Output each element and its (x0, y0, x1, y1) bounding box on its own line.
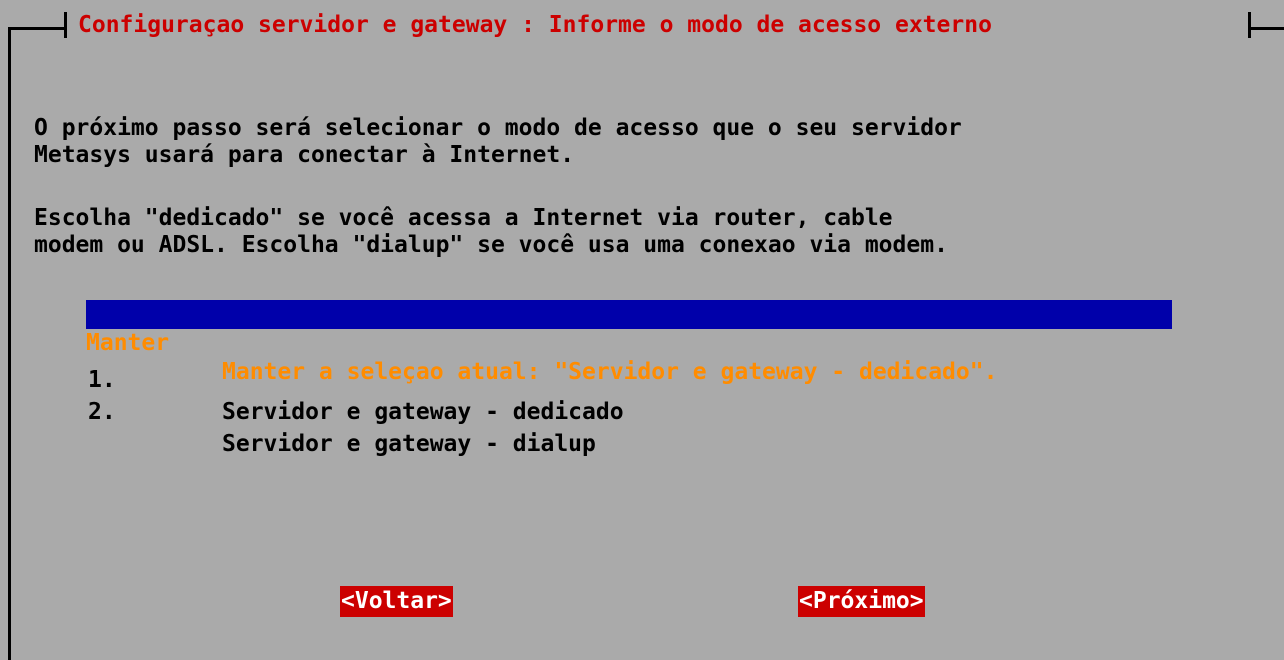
frame-border-top-left (8, 27, 64, 30)
frame-border-top-right (1250, 27, 1284, 30)
menu-item-dialup[interactable]: 2. Servidor e gateway - dialup (86, 364, 1172, 457)
dialog-window: Configuraçao servidor e gateway : Inform… (0, 0, 1284, 660)
menu-item-description: Servidor e gateway - dialup (222, 431, 596, 457)
menu-item-manter[interactable]: Manter Manter a seleçao atual: "Servidor… (86, 300, 1172, 385)
next-button[interactable]: <Próximo> (798, 586, 925, 617)
description-line-2: Metasys usará para conectar à Internet. (34, 142, 575, 168)
frame-border-left (8, 27, 11, 660)
frame-title-tick-left (64, 12, 67, 38)
option-menu: Manter Manter a seleçao atual: "Servidor… (86, 300, 1172, 457)
frame-title-tick-right (1248, 12, 1251, 38)
description-line-1: O próximo passo será selecionar o modo d… (34, 115, 962, 141)
dialog-title: Configuraçao servidor e gateway : Inform… (78, 12, 992, 38)
menu-item-tag: 2. (88, 399, 116, 425)
description-line-4: modem ou ADSL. Escolha "dialup" se você … (34, 232, 948, 258)
description-line-3: Escolha "dedicado" se você acessa a Inte… (34, 205, 893, 231)
menu-item-description: Servidor e gateway - dedicado (222, 399, 624, 425)
menu-item-dedicado[interactable]: 1. Servidor e gateway - dedicado (86, 332, 1172, 425)
back-button[interactable]: <Voltar> (340, 586, 453, 617)
